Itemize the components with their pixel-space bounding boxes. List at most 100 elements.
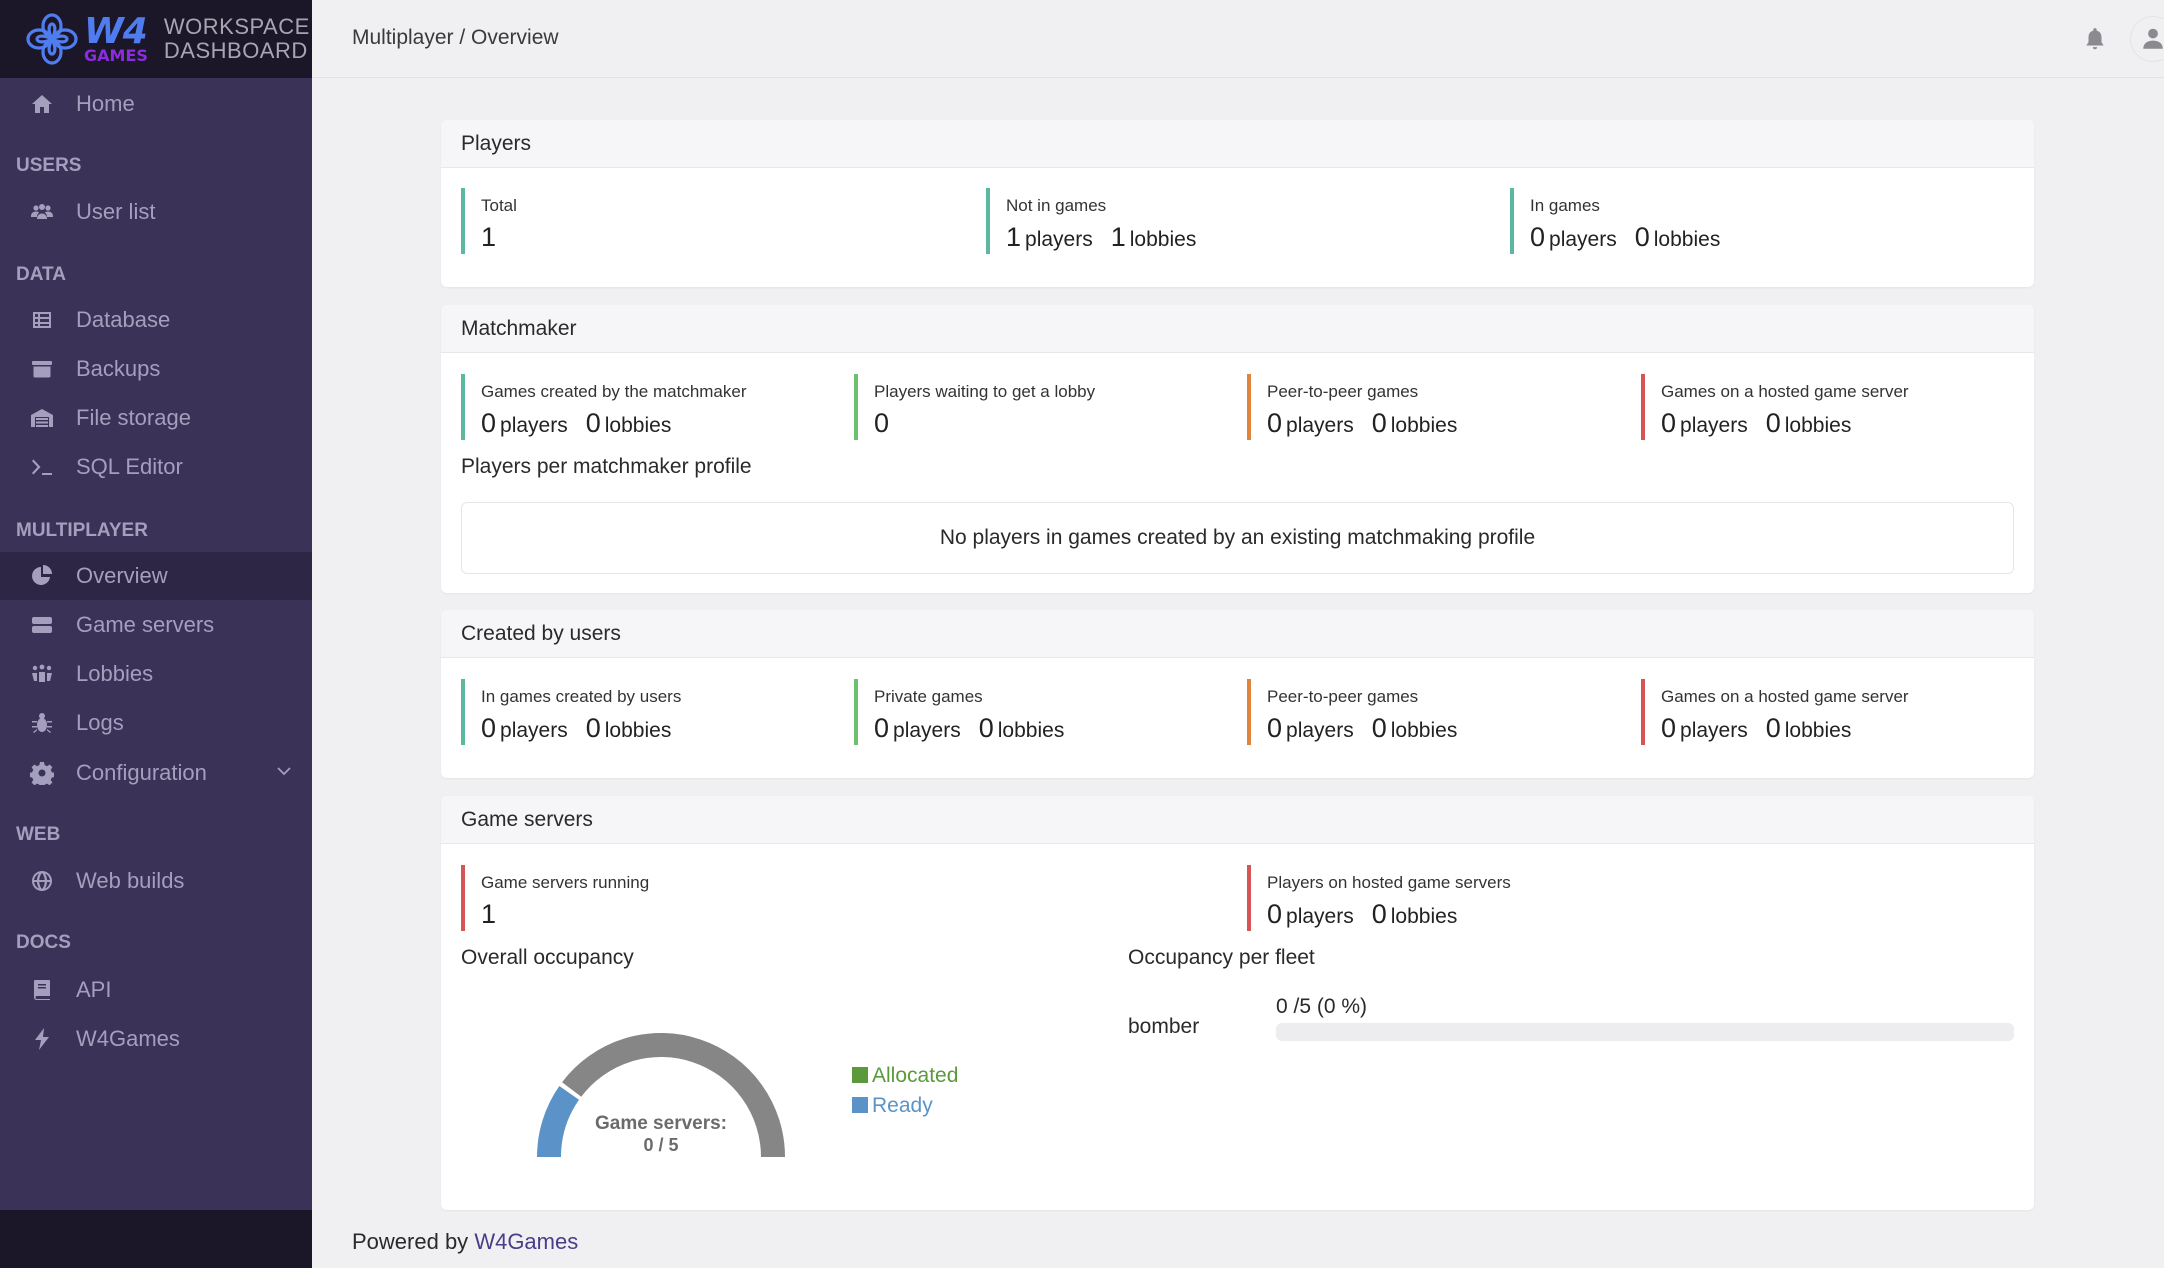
stat-p2p-games: Peer-to-peer games 0 players 0 lobbies <box>1247 374 1475 440</box>
sidebar-item-label: Lobbies <box>76 661 154 686</box>
sidebar-item-label: W4Games <box>76 1026 180 1051</box>
stat-label: Game servers running <box>481 873 650 892</box>
players-count: 0 <box>1267 408 1283 438</box>
logo-sub-text: GAMES <box>84 46 148 65</box>
globe-icon <box>24 869 60 893</box>
sidebar-item-user-list[interactable]: User list <box>0 188 312 236</box>
sidebar-item-overview[interactable]: Overview <box>0 552 312 600</box>
people-group-icon <box>24 662 60 686</box>
sidebar-item-lobbies[interactable]: Lobbies <box>0 650 312 698</box>
stat-label: Games created by the matchmaker <box>481 382 747 401</box>
players-unit: players <box>1286 414 1354 437</box>
players-count: 0 <box>1267 899 1283 929</box>
stat-not-in-games: Not in games 1 players 1 lobbies <box>986 188 1214 254</box>
lobbies-count: 0 <box>1371 899 1387 929</box>
stat-label: Total <box>481 196 517 215</box>
bolt-icon <box>24 1027 60 1051</box>
sidebar-item-configuration[interactable]: Configuration <box>0 749 312 797</box>
stat-servers-running: Game servers running 1 <box>461 865 649 931</box>
lobbies-count: 0 <box>1765 408 1781 438</box>
players-count: 1 <box>1006 222 1022 252</box>
stat-p2p-games: Peer-to-peer games 0 players 0 lobbies <box>1247 679 1475 745</box>
sidebar-item-label: Game servers <box>76 612 215 637</box>
sidebar-item-label: Database <box>76 307 171 332</box>
notifications-button[interactable] <box>2072 16 2118 62</box>
sidebar-item-logs[interactable]: Logs <box>0 699 312 747</box>
legend-item-allocated[interactable]: Allocated <box>852 1061 958 1091</box>
sidebar-item-label: API <box>76 977 112 1002</box>
sidebar-item-label: Overview <box>76 563 168 588</box>
sidebar-item-database[interactable]: Database <box>0 296 312 344</box>
players-unit: players <box>1680 414 1748 437</box>
legend-swatch-ready <box>852 1097 868 1113</box>
app-title-line1: WORKSPACE <box>163 14 310 39</box>
pie-chart-icon <box>24 564 60 588</box>
sidebar-item-label: Logs <box>76 710 124 735</box>
logo-wordmark: W4 GAMES <box>84 14 148 64</box>
fleet-occupancy-bar <box>1276 1023 2014 1041</box>
sidebar-item-sql-editor[interactable]: SQL Editor <box>0 443 312 491</box>
players-count: 0 <box>874 713 890 743</box>
lobbies-unit: lobbies <box>1784 414 1852 437</box>
sidebar-item-web-builds[interactable]: Web builds <box>0 857 312 905</box>
sidebar-item-label: SQL Editor <box>76 454 183 479</box>
bug-icon <box>24 711 60 735</box>
stat-label: In games created by users <box>481 687 682 706</box>
sidebar-item-label: Home <box>76 91 135 116</box>
gauge-legend: Allocated Ready <box>852 1061 958 1121</box>
lobbies-unit: lobbies <box>1653 228 1721 251</box>
footer-w4games-link[interactable]: W4Games <box>474 1229 578 1254</box>
stat-players-waiting: Players waiting to get a lobby 0 <box>854 374 1095 440</box>
sidebar-item-backups[interactable]: Backups <box>0 345 312 393</box>
lobbies-unit: lobbies <box>604 719 672 742</box>
lobbies-unit: lobbies <box>1129 228 1197 251</box>
fleet-occupancy-title: Occupancy per fleet <box>1128 946 1315 969</box>
created-by-users-card: Created by users In games created by use… <box>441 610 2034 778</box>
lobbies-unit: lobbies <box>1784 719 1852 742</box>
players-unit: players <box>1549 228 1617 251</box>
fleet-occupancy-text: 0 /5 (0 %) <box>1276 995 1368 1018</box>
sidebar-section-docs: DOCS <box>16 932 71 953</box>
users-icon <box>24 200 60 224</box>
card-title: Created by users <box>441 610 2034 658</box>
stat-label: Players on hosted game servers <box>1267 873 1511 892</box>
game-servers-card: Game servers Game servers running 1 Play… <box>441 796 2034 1210</box>
user-menu-button[interactable] <box>2130 16 2164 62</box>
stat-label: Games on a hosted game server <box>1661 687 1909 706</box>
sidebar-item-label: Configuration <box>76 760 207 785</box>
stat-label: Private games <box>874 687 983 706</box>
sidebar-item-file-storage[interactable]: File storage <box>0 394 312 442</box>
stat-total-players: Total 1 <box>461 188 517 254</box>
sidebar-item-home[interactable]: Home <box>0 80 312 128</box>
breadcrumb: Multiplayer / Overview <box>352 26 559 49</box>
occupancy-gauge: Game servers: 0 / 5 <box>537 1033 785 1158</box>
stat-players-on-hosted: Players on hosted game servers 0 players 0… <box>1247 865 1511 931</box>
terminal-icon <box>24 455 60 479</box>
book-icon <box>24 978 60 1002</box>
sidebar-item-api[interactable]: API <box>0 966 312 1014</box>
sidebar-item-label: Web builds <box>76 868 185 893</box>
players-count: 0 <box>481 408 497 438</box>
card-title: Matchmaker <box>441 305 2034 353</box>
gear-icon <box>24 761 60 785</box>
lobbies-unit: lobbies <box>997 719 1065 742</box>
topbar: Multiplayer / Overview <box>312 0 2164 78</box>
players-unit: players <box>1680 719 1748 742</box>
chevron-down-icon[interactable] <box>274 761 294 781</box>
stat-label: Peer-to-peer games <box>1267 382 1419 401</box>
lobbies-count: 0 <box>585 408 601 438</box>
footer-prefix: Powered by <box>352 1229 469 1254</box>
legend-item-ready[interactable]: Ready <box>852 1091 958 1121</box>
sidebar-footer <box>0 1210 312 1268</box>
lobbies-count: 0 <box>1765 713 1781 743</box>
server-icon <box>24 613 60 637</box>
sidebar-item-w4games[interactable]: W4Games <box>0 1015 312 1063</box>
sidebar-item-game-servers[interactable]: Game servers <box>0 601 312 649</box>
legend-label-allocated: Allocated <box>872 1064 959 1087</box>
players-per-profile-title: Players per matchmaker profile <box>461 455 752 478</box>
lobbies-unit: lobbies <box>1390 719 1458 742</box>
lobbies-count: 0 <box>1634 222 1650 252</box>
players-per-profile-empty: No players in games created by an existi… <box>461 502 2014 574</box>
stat-hosted-games: Games on a hosted game server 0 players 0 l… <box>1641 679 1909 745</box>
brand-logo[interactable]: W4 GAMES WORKSPACE DASHBOARD <box>0 0 312 78</box>
